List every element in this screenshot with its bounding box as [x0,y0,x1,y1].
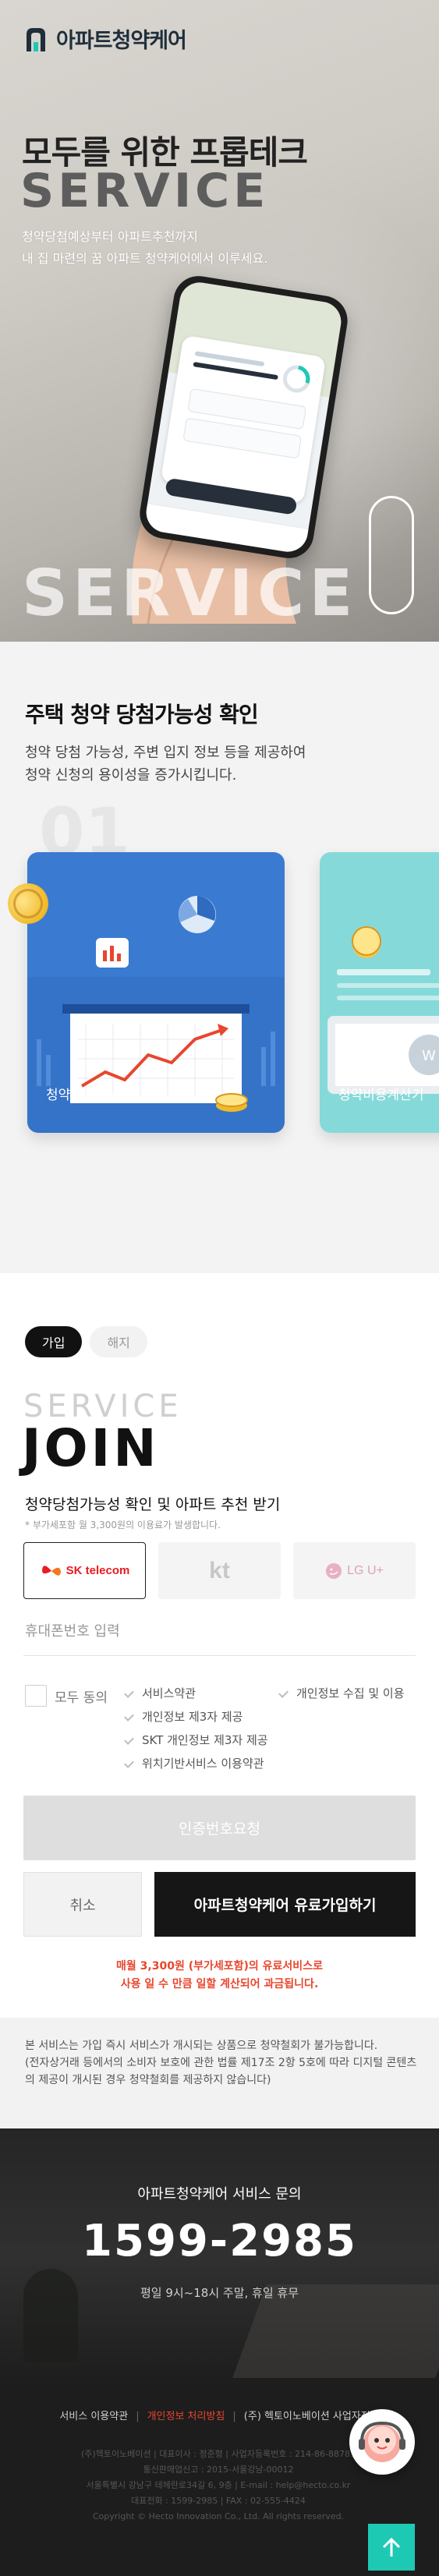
join-title: JOIN [22,1418,160,1478]
refund-notice: 본 서비스는 가입 즉시 서비스가 개시되는 상품으로 청약철회가 불가능합니다… [25,2037,419,2089]
term-privacy-collect[interactable]: 개인정보 수집 및 이용 [279,1685,405,1701]
term-privacy-third-party[interactable]: 개인정보 제3자 제공 [125,1708,243,1725]
check-icon [125,1713,136,1721]
chatbot-button[interactable] [349,2409,415,2475]
tab-cancel-subscription[interactable]: 해지 [90,1326,147,1357]
term-service[interactable]: 서비스약관 [125,1685,196,1701]
billing-notice-line-2: 사용 일 수 만큼 일할 계산되어 과금됩니다. [120,1978,319,1990]
carrier-name-skt: SK telecom [65,1564,130,1577]
carrier-name-lgu: LG U+ [347,1563,384,1577]
footer-info-line: 통신판매업신고 : 2015-서울강남-00012 [143,2465,294,2475]
refund-notice-section: 본 서비스는 가입 즉시 서비스가 개시되는 상품으로 청약철회가 불가능합니다… [0,2018,439,2128]
brand-name: 아파트청약케어 [56,29,187,53]
feature-title: 주택 청약 당첨가능성 확인 [25,702,259,727]
check-icon [125,1690,136,1697]
lg-face-icon [326,1562,342,1579]
contact-section: 아파트청약케어 서비스 문의 1599-2985 평일 9시~18시 주말, 휴… [0,2128,439,2386]
hero-desc-line-2: 내 집 마련의 꿈 아파트 청약케어에서 이루세요. [22,251,268,266]
contact-title: 아파트청약케어 서비스 문의 [137,2186,302,2203]
feature-card-cost-calculator[interactable]: W 청약비용계산기 [320,852,439,1133]
carrier-option-skt[interactable]: SK telecom [23,1542,146,1599]
feature-section: 주택 청약 당첨가능성 확인 청약 당첨 가능성, 주변 입지 정보 등을 제공… [0,642,439,1273]
term-label: 개인정보 제3자 제공 [142,1710,243,1724]
paid-join-button[interactable]: 아파트청약케어 유료가입하기 [154,1872,416,1937]
join-price-note: * 부가세포함 월 3,300원의 이용료가 발생합니다. [25,1520,221,1530]
logo-mark-icon [27,27,45,51]
join-subtitle: 청약당첨가능성 확인 및 아파트 추천 받기 [25,1496,281,1513]
feature-description: 청약 당첨 가능성, 주변 입지 정보 등을 제공하여 청약 신청의 용이성을 … [25,741,306,787]
feature-card-label-2: 청약비용계산기 [338,1088,424,1103]
footer-info-line: 서울특별시 강남구 테헤란로34길 6, 9층 | E-mail : help@… [86,2480,351,2490]
phone-field-underline [23,1655,416,1656]
arrow-up-icon [382,2537,401,2557]
cancel-button[interactable]: 취소 [23,1872,142,1937]
phone-number-field[interactable]: 휴대폰번호 입력 [25,1620,120,1640]
term-location[interactable]: 위치기반서비스 이용약관 [125,1755,264,1771]
scroll-top-button[interactable] [368,2524,415,2571]
carrier-option-kt[interactable]: kt [158,1542,281,1599]
footer-company-info: (주)헥토이노베이션 | 대표이사 : 정준형 | 사업자등록번호 : 214-… [47,2447,390,2525]
term-label: 위치기반서비스 이용약관 [142,1757,264,1771]
check-icon [125,1760,136,1767]
hero-section: 아파트청약케어 모두를 위한 프롭테크 SERVICE 청약당첨예상부터 아파트… [0,0,439,642]
agree-all-checkbox[interactable] [25,1685,47,1707]
footer-separator: | [232,2411,236,2422]
join-tabs: 가입 해지 [25,1326,147,1357]
billing-notice: 매월 3,300원 (부가세포함)의 유료서비스로 사용 일 수 만큼 일할 계… [0,1958,439,1994]
footer-separator: | [136,2411,140,2422]
hero-service-word: SERVICE [20,164,270,218]
hero-bottom-service-word: SERVICE [22,557,358,631]
billing-notice-line-1: 매월 3,300원 (부가세포함)의 유료서비스로 [116,1960,323,1973]
feature-desc-line-1: 청약 당첨 가능성, 주변 입지 정보 등을 제공하여 [25,745,306,761]
term-label: 서비스약관 [142,1686,196,1700]
check-icon [125,1736,136,1744]
feature-desc-line-2: 청약 신청의 용이성을 증가시킵니다. [25,767,237,784]
chatbot-mascot-icon [359,2421,405,2462]
brand-logo[interactable]: 아파트청약케어 [22,23,187,54]
contact-hours: 평일 9시~18시 주말, 휴일 휴무 [140,2286,299,2300]
footer-info-line: 대표전화 : 1599-2985 | FAX : 02-555-4424 [131,2496,306,2506]
sk-butterfly-icon [41,1565,61,1576]
hero-description: 청약당첨예상부터 아파트추천까지 내 집 마련의 꿈 아파트 청약케어에서 이루… [22,226,267,270]
term-label: SKT 개인정보 제3자 제공 [142,1733,268,1747]
footer-link-privacy[interactable]: 개인정보 처리방침 [147,2411,225,2422]
request-code-button[interactable]: 인증번호요청 [23,1796,416,1860]
agree-all-label: 모두 동의 [55,1690,108,1706]
footer-info-line: Copyright © Hecto Innovation Co., Ltd. A… [92,2511,345,2521]
term-label: 개인정보 수집 및 이용 [296,1686,405,1700]
feature-card-win-chance[interactable]: 청약당첨가능성 [27,852,285,1133]
refund-notice-line-2: (전자상거래 등에서의 소비자 보호에 관한 법률 제17조 2항 5호에 따라… [25,2057,417,2086]
footer-info-line: (주)헥토이노베이션 | 대표이사 : 정준형 | 사업자등록번호 : 214-… [81,2449,356,2459]
page: 아파트청약케어 모두를 위한 프롭테크 SERVICE 청약당첨예상부터 아파트… [0,0,439,2576]
svg-text:W: W [422,1048,436,1064]
join-section: 가입 해지 SERVICE JOIN 청약당첨가능성 확인 및 아파트 추천 받… [0,1273,439,2018]
phone-screen [143,279,345,555]
hero-desc-line-1: 청약당첨예상부터 아파트추천까지 [22,229,198,244]
term-skt-third-party[interactable]: SKT 개인정보 제3자 제공 [125,1732,268,1748]
contact-phone-number[interactable]: 1599-2985 [0,2216,439,2266]
agree-all-row[interactable]: 모두 동의 [25,1685,108,1707]
gauge-icon [282,365,310,393]
scroll-indicator[interactable] [369,496,414,614]
check-icon [279,1690,290,1697]
carrier-name-kt: kt [209,1557,230,1583]
refund-notice-line-1: 본 서비스는 가입 즉시 서비스가 개시되는 상품으로 청약철회가 불가능합니다… [25,2040,378,2052]
feature-card-label: 청약당첨가능성 [46,1088,132,1103]
tab-join[interactable]: 가입 [25,1326,83,1357]
carrier-option-lgu[interactable]: LG U+ [293,1542,416,1599]
phone-app-card [160,334,327,504]
footer-link-terms[interactable]: 서비스 이용약관 [59,2411,128,2422]
